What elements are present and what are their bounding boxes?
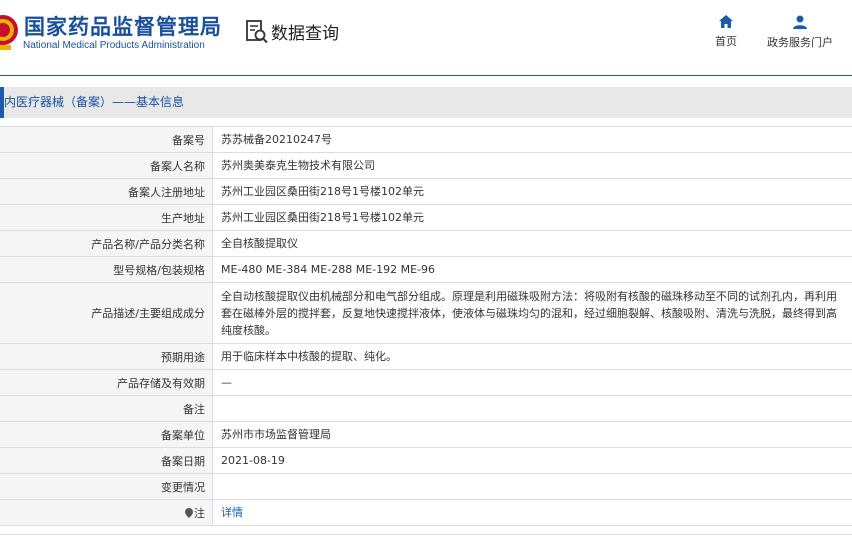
row-value: 用于临床样本中核酸的提取、纯化。 xyxy=(221,350,397,363)
row-label: 变更情况 xyxy=(0,474,213,499)
row-label: 备案单位 xyxy=(0,422,213,447)
row-value: 2021-08-19 xyxy=(221,454,285,467)
nav-portal-label: 政务服务门户 xyxy=(767,36,833,49)
table-row: 备案号 苏苏械备20210247号 xyxy=(0,127,852,153)
divider xyxy=(0,534,852,535)
table-row: 备案人注册地址 苏州工业园区桑田街218号1号楼102单元 xyxy=(0,179,852,205)
data-query-label: 数据查询 xyxy=(271,24,339,44)
row-label: 生产地址 xyxy=(0,205,213,230)
row-value: 苏州工业园区桑田街218号1号楼102单元 xyxy=(221,185,424,198)
nav-service-portal[interactable]: 政务服务门户 xyxy=(766,15,834,50)
table-row: 型号规格/包装规格 ME-480 ME-384 ME-288 ME-192 ME… xyxy=(0,257,852,283)
table-row: 备案日期 2021-08-19 xyxy=(0,448,852,474)
row-label: 型号规格/包装规格 xyxy=(0,257,213,282)
row-value: 苏州工业园区桑田街218号1号楼102单元 xyxy=(221,211,424,224)
info-table: 备案号 苏苏械备20210247号 备案人名称 苏州奥美泰克生物技术有限公司 备… xyxy=(0,126,852,526)
row-value: 详情 xyxy=(213,500,852,525)
row-label: 备案号 xyxy=(0,127,213,152)
row-label-note: 注 xyxy=(0,500,213,525)
data-query-link[interactable]: 数据查询 xyxy=(246,19,339,44)
row-label: 产品名称/产品分类名称 xyxy=(0,231,213,256)
user-icon xyxy=(793,15,807,29)
row-value: 苏州市市场监督管理局 xyxy=(221,428,331,441)
row-label-text: 注 xyxy=(194,506,205,520)
table-row: 产品存储及有效期 — xyxy=(0,370,852,396)
row-label: 产品存储及有效期 xyxy=(0,370,213,395)
nav-home-label: 首页 xyxy=(715,35,737,48)
table-row: 备案单位 苏州市市场监督管理局 xyxy=(0,422,852,448)
table-row: 备案人名称 苏州奥美泰克生物技术有限公司 xyxy=(0,153,852,179)
row-label: 备案人注册地址 xyxy=(0,179,213,204)
row-label: 备注 xyxy=(0,396,213,421)
row-value: ME-480 ME-384 ME-288 ME-192 ME-96 xyxy=(221,263,436,276)
table-row: 变更情况 xyxy=(0,474,852,500)
table-row: 预期用途 用于临床样本中核酸的提取、纯化。 xyxy=(0,344,852,370)
row-value xyxy=(213,474,852,499)
table-row: 注 详情 xyxy=(0,500,852,526)
section-title: 内医疗器械（备案）——基本信息 xyxy=(4,95,185,109)
section-title-bar: 内医疗器械（备案）——基本信息 xyxy=(0,87,852,118)
table-row: 生产地址 苏州工业园区桑田街218号1号楼102单元 xyxy=(0,205,852,231)
site-name-en[interactable]: National Medical Products Administration xyxy=(23,40,205,51)
site-name-cn[interactable]: 国家药品监督管理局 xyxy=(24,11,222,41)
document-search-icon xyxy=(246,19,268,43)
site-header: 国家药品监督管理局 National Medical Products Admi… xyxy=(0,0,852,76)
pin-icon xyxy=(185,507,193,518)
national-emblem-icon xyxy=(0,15,18,50)
row-value: 全自核酸提取仪 xyxy=(221,237,298,250)
row-value: 苏苏械备20210247号 xyxy=(221,133,332,146)
row-value xyxy=(213,396,852,421)
row-value: — xyxy=(221,376,232,389)
home-icon xyxy=(719,15,733,28)
table-row: 备注 xyxy=(0,396,852,422)
details-link[interactable]: 详情 xyxy=(221,504,243,521)
row-value: 苏州奥美泰克生物技术有限公司 xyxy=(221,159,375,172)
row-value: 全自动核酸提取仪由机械部分和电气部分组成。原理是利用磁珠吸附方法：将吸附有核酸的… xyxy=(221,290,837,337)
nav-home[interactable]: 首页 xyxy=(712,15,740,49)
row-label: 预期用途 xyxy=(0,344,213,369)
row-label: 备案人名称 xyxy=(0,153,213,178)
table-row: 产品名称/产品分类名称 全自核酸提取仪 xyxy=(0,231,852,257)
row-label: 产品描述/主要组成成分 xyxy=(0,283,213,343)
table-row: 产品描述/主要组成成分 全自动核酸提取仪由机械部分和电气部分组成。原理是利用磁珠… xyxy=(0,283,852,344)
row-label: 备案日期 xyxy=(0,448,213,473)
